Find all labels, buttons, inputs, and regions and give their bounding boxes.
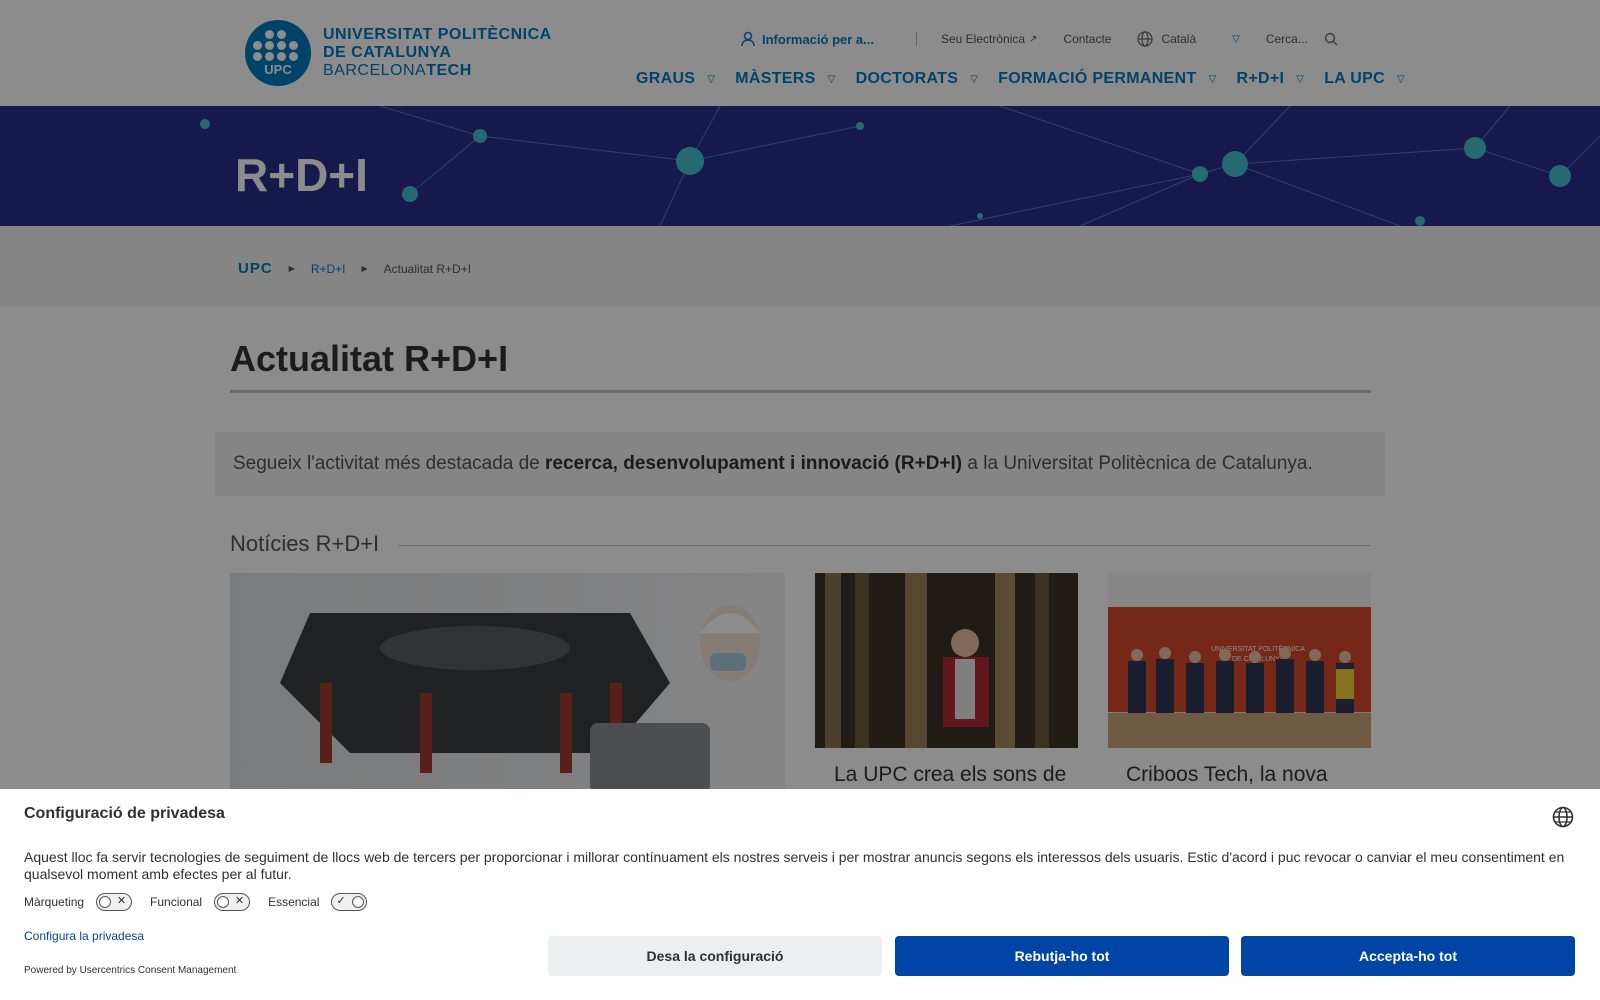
toggle-switch[interactable]: ✕	[214, 893, 251, 911]
deny-all-button[interactable]: Rebutja-ho tot	[895, 936, 1229, 976]
check-icon: ✓	[336, 895, 346, 907]
toggle-functional[interactable]: Funcional ✕	[150, 893, 251, 911]
toggle-essential[interactable]: Essencial ✓	[268, 893, 368, 911]
accept-all-button[interactable]: Accepta-ho tot	[1241, 936, 1575, 976]
language-globe-icon[interactable]	[1552, 806, 1574, 828]
consent-title: Configuració de privadesa	[24, 805, 225, 822]
consent-toggles: Màrqueting ✕ Funcional ✕ Essencial ✓	[24, 893, 385, 911]
toggle-label: Essencial	[268, 895, 320, 909]
close-icon: ✕	[234, 895, 245, 907]
toggle-switch[interactable]: ✓	[331, 893, 368, 911]
privacy-consent-banner: Configuració de privadesa Aquest lloc fa…	[0, 789, 1600, 1000]
save-settings-button[interactable]: Desa la configuració	[548, 936, 882, 976]
close-icon: ✕	[116, 895, 127, 907]
powered-by-text: Powered by Usercentrics Consent Manageme…	[24, 965, 237, 976]
toggle-label: Funcional	[150, 895, 203, 909]
toggle-label: Màrqueting	[24, 895, 85, 909]
consent-text: Aquest lloc fa servir tecnologies de seg…	[24, 849, 1565, 882]
toggle-switch[interactable]: ✕	[96, 893, 133, 911]
configure-privacy-link[interactable]: Configura la privadesa	[24, 929, 144, 943]
toggle-marketing[interactable]: Màrqueting ✕	[24, 893, 133, 911]
